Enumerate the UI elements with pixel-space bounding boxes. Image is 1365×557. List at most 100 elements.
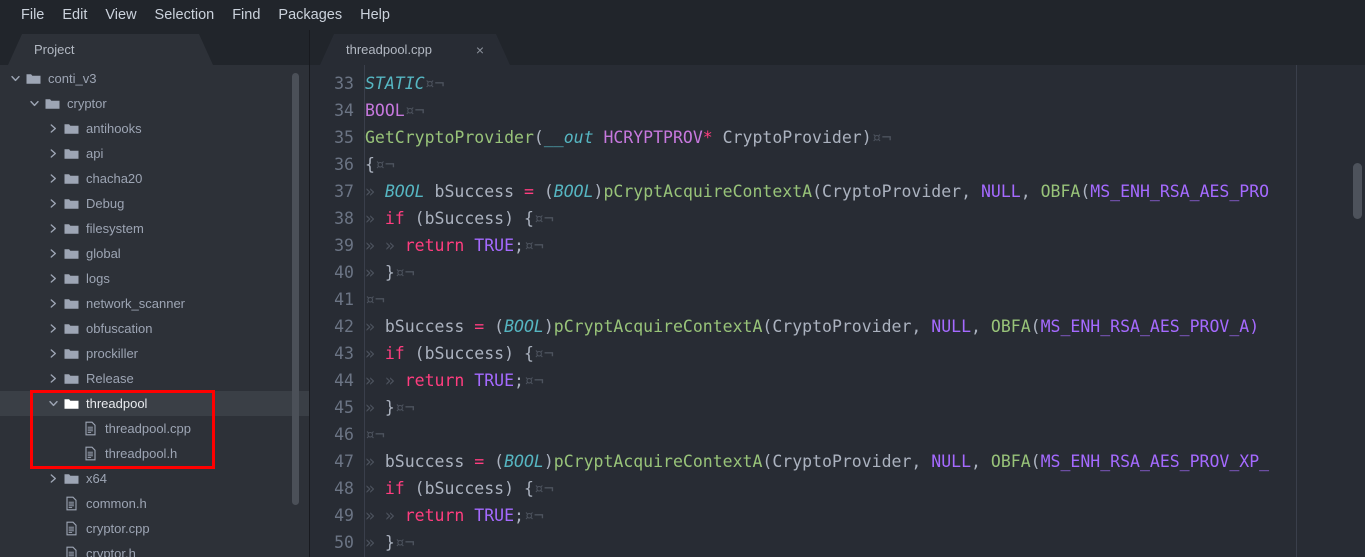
code-line[interactable]: » }¤¬	[365, 259, 415, 286]
tab-project[interactable]: Project	[8, 34, 213, 65]
tree-file-threadpool-cpp[interactable]: threadpool.cpp	[0, 416, 309, 441]
tree-folder-conti-v3[interactable]: conti_v3	[0, 66, 309, 91]
chevron-right-icon[interactable]	[48, 473, 59, 484]
tree-file-common-h[interactable]: common.h	[0, 491, 309, 516]
code-token: »	[365, 317, 385, 336]
tree-folder-prockiller[interactable]: prockiller	[0, 341, 309, 366]
code-token: »	[365, 209, 385, 228]
chevron-right-icon[interactable]	[48, 173, 59, 184]
code-token: OBFA	[990, 317, 1031, 336]
code-token: ¤¬	[533, 344, 554, 363]
tree-folder-release[interactable]: Release	[0, 366, 309, 391]
tree-folder-obfuscation[interactable]: obfuscation	[0, 316, 309, 341]
code-token: »	[365, 344, 385, 363]
tree-folder-global[interactable]: global	[0, 241, 309, 266]
chevron-right-icon[interactable]	[48, 148, 59, 159]
code-token: }	[384, 263, 395, 282]
chevron-right-icon[interactable]	[48, 373, 59, 384]
line-number: 45	[334, 398, 354, 417]
code-token: }	[384, 533, 395, 552]
tree-folder-antihooks[interactable]: antihooks	[0, 116, 309, 141]
tree-folder-threadpool[interactable]: threadpool	[0, 391, 309, 416]
tree-folder-cryptor[interactable]: cryptor	[0, 91, 309, 116]
chevron-down-icon[interactable]	[48, 398, 59, 409]
code-line[interactable]: GetCryptoProvider(__out HCRYPTPROV* Cryp…	[365, 124, 892, 151]
chevron-down-icon[interactable]	[29, 98, 40, 109]
tree-file-threadpool-h[interactable]: threadpool.h	[0, 441, 309, 466]
line-number: 44	[334, 371, 354, 390]
tree-file-cryptor-cpp[interactable]: cryptor.cpp	[0, 516, 309, 541]
tree-folder-x64[interactable]: x64	[0, 466, 309, 491]
tree-item-label: Release	[86, 371, 134, 386]
tree-folder-chacha20[interactable]: chacha20	[0, 166, 309, 191]
code-editor-pane[interactable]: 33 34 35 36 37 38 39 40 41 42 43 44 45 46 47 48 49 50 STA…	[310, 65, 1365, 557]
code-line[interactable]: STATIC¤¬	[365, 70, 444, 97]
code-content[interactable]: STATIC¤¬ BOOL¤¬ GetCryptoProvider(__out HC…	[365, 65, 1365, 557]
line-number: 37	[334, 182, 354, 201]
code-line[interactable]: » » return TRUE;¤¬	[365, 502, 544, 529]
folder-icon	[64, 196, 86, 211]
chevron-right-icon[interactable]	[48, 248, 59, 259]
menu-file[interactable]: File	[12, 4, 53, 26]
tab-bar-editor-dock: threadpool.cpp ×	[310, 30, 1365, 65]
code-line[interactable]: » if (bSuccess) {¤¬	[365, 475, 554, 502]
folder-icon	[45, 96, 67, 111]
code-line[interactable]: » » return TRUE;¤¬	[365, 367, 544, 394]
code-line[interactable]: {¤¬	[365, 151, 395, 178]
menu-edit[interactable]: Edit	[53, 4, 96, 26]
menu-packages[interactable]: Packages	[269, 4, 351, 26]
tree-vertical-scrollbar[interactable]	[292, 73, 299, 505]
code-token: »	[365, 533, 385, 552]
editor-vertical-scrollbar[interactable]	[1353, 163, 1362, 219]
code-token: ;	[514, 506, 524, 525]
chevron-right-icon[interactable]	[48, 198, 59, 209]
chevron-right-icon[interactable]	[48, 123, 59, 134]
chevron-right-icon[interactable]	[48, 223, 59, 234]
code-line[interactable]: » if (bSuccess) {¤¬	[365, 205, 554, 232]
tree-item-label: network_scanner	[86, 296, 185, 311]
code-line[interactable]: » bSuccess = (BOOL)pCryptAcquireContextA…	[365, 313, 1259, 340]
tree-folder-network-scanner[interactable]: network_scanner	[0, 291, 309, 316]
chevron-right-icon[interactable]	[48, 323, 59, 334]
menu-help[interactable]: Help	[351, 4, 399, 26]
code-line[interactable]: ¤¬	[365, 421, 385, 448]
line-number: 39	[334, 236, 354, 255]
code-token: ¤¬	[533, 209, 554, 228]
code-token: bSuccess	[424, 182, 524, 201]
project-tree[interactable]: conti_v3 cryptor antihooks api chacha20 Debug…	[0, 65, 309, 557]
tree-item-label: threadpool	[86, 396, 148, 411]
code-token: (bSuccess)	[404, 344, 524, 363]
chevron-right-icon[interactable]	[48, 273, 59, 284]
line-number: 50	[334, 533, 354, 552]
code-line[interactable]: » BOOL bSuccess = (BOOL)pCryptAcquireCon…	[365, 178, 1269, 205]
tree-folder-debug[interactable]: Debug	[0, 191, 309, 216]
menu-selection[interactable]: Selection	[146, 4, 224, 26]
close-icon[interactable]: ×	[476, 43, 484, 57]
code-token: MS_ENH_RSA_AES_PRO	[1090, 182, 1270, 201]
chevron-down-icon[interactable]	[10, 73, 21, 84]
code-token: {	[365, 155, 375, 174]
code-line[interactable]: » bSuccess = (BOOL)pCryptAcquireContextA…	[365, 448, 1269, 475]
code-line[interactable]: » if (bSuccess) {¤¬	[365, 340, 554, 367]
tree-folder-logs[interactable]: logs	[0, 266, 309, 291]
tree-folder-api[interactable]: api	[0, 141, 309, 166]
menu-view[interactable]: View	[96, 4, 145, 26]
code-line[interactable]: ¤¬	[365, 286, 385, 313]
code-token: BOOL	[365, 101, 405, 120]
tab-threadpool-cpp[interactable]: threadpool.cpp ×	[320, 34, 510, 65]
folder-icon	[64, 271, 86, 286]
tree-item-label: Debug	[86, 196, 125, 211]
code-token: if	[384, 344, 405, 363]
code-line[interactable]: » }¤¬	[365, 529, 415, 556]
code-line[interactable]: BOOL¤¬	[365, 97, 425, 124]
code-token: ;	[514, 371, 524, 390]
tree-file-cryptor-h[interactable]: cryptor.h	[0, 541, 309, 557]
menu-find[interactable]: Find	[223, 4, 269, 26]
chevron-right-icon[interactable]	[48, 298, 59, 309]
code-line[interactable]: » }¤¬	[365, 394, 415, 421]
tree-folder-filesystem[interactable]: filesystem	[0, 216, 309, 241]
code-line[interactable]: » » return TRUE;¤¬	[365, 232, 544, 259]
chevron-right-icon[interactable]	[48, 348, 59, 359]
